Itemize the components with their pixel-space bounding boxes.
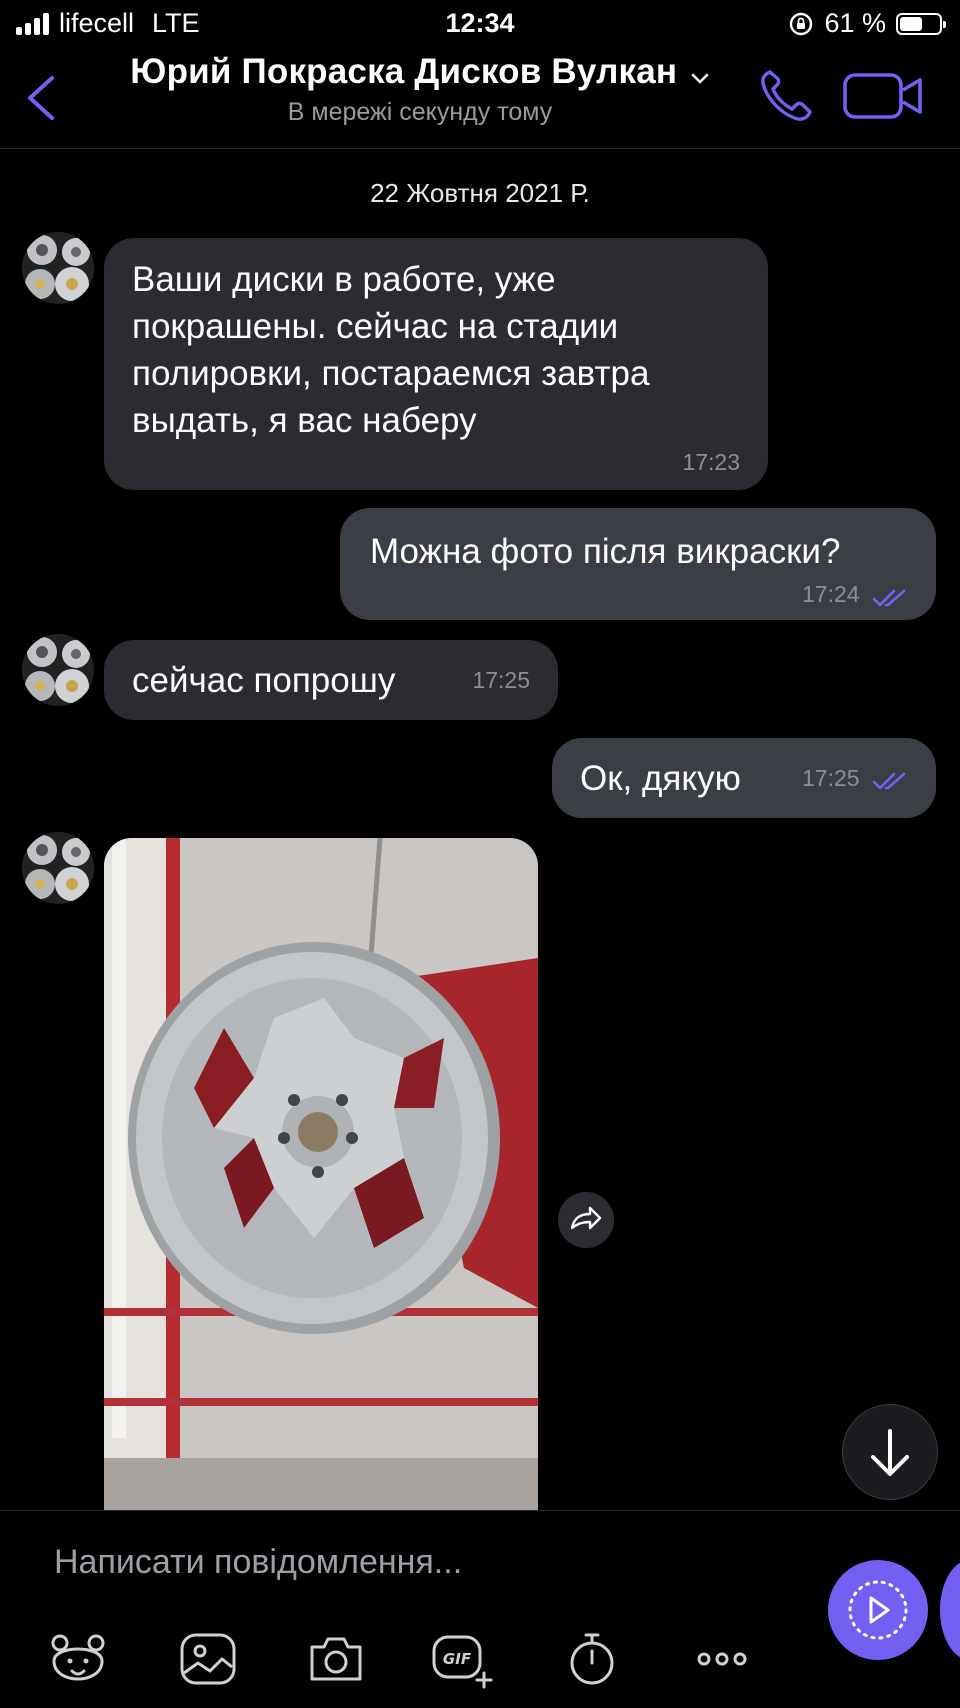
chevron-down-icon [691, 73, 708, 84]
contact-info[interactable]: Юрий Покраска Дисков Вулкан В мережі сек… [110, 52, 730, 127]
message-time: 17:25 [801, 764, 860, 791]
voice-message-button[interactable] [828, 1560, 928, 1660]
forward-button[interactable] [558, 1192, 614, 1248]
message-meta: 17:25 [802, 765, 908, 792]
camera-icon[interactable] [304, 1627, 368, 1691]
message-time: 17:25 [472, 666, 530, 693]
wheels-avatar-image [22, 634, 94, 706]
orientation-lock-icon [790, 12, 813, 35]
battery-icon [896, 12, 946, 35]
scroll-to-bottom-button[interactable] [842, 1404, 938, 1500]
wheel-photo [104, 838, 538, 1510]
play-icon [848, 1580, 908, 1640]
wheels-avatar-image [22, 232, 94, 304]
message-input[interactable]: Написати повідомлення... [54, 1543, 462, 1582]
avatar[interactable] [22, 634, 94, 706]
incoming-message[interactable]: Ваши диски в работе, уже покрашены. сейч… [104, 238, 768, 490]
message-text: сейчас попрошу [132, 660, 396, 700]
message-text: Можна фото після викраски? [370, 532, 841, 571]
outgoing-message[interactable]: Можна фото після викраски? 17:24 [340, 508, 936, 620]
sticker-icon[interactable] [46, 1627, 110, 1691]
call-button[interactable] [756, 66, 816, 126]
read-receipt-icon [872, 589, 906, 607]
incoming-message[interactable]: сейчас попрошу 17:25 [104, 640, 558, 720]
timer-icon[interactable] [560, 1627, 624, 1691]
gallery-icon[interactable] [176, 1627, 240, 1691]
photo-message[interactable] [104, 838, 538, 1510]
message-text: Ваши диски в работе, уже покрашены. сейч… [132, 260, 650, 440]
message-text: Ок, дякую [580, 758, 741, 798]
chat-header: Юрий Покраска Дисков Вулкан В мережі сек… [0, 48, 960, 149]
more-icon[interactable] [690, 1627, 754, 1691]
battery-percent: 61 % [824, 8, 886, 38]
message-meta: 17:24 [802, 581, 908, 608]
avatar[interactable] [22, 232, 94, 304]
video-call-button[interactable] [842, 70, 924, 122]
contact-name: Юрий Покраска Дисков Вулкан [130, 52, 678, 91]
date-separator: 22 Жовтня 2021 Р. [370, 178, 590, 208]
message-time: 17:23 [682, 449, 740, 475]
side-action-button[interactable] [940, 1560, 960, 1660]
arrow-down-icon [871, 1429, 909, 1476]
read-receipt-icon [872, 772, 906, 790]
svg-text:GIF: GIF [443, 1650, 472, 1668]
composer-bar: Написати повідомлення... GIF [0, 1510, 960, 1708]
contact-status: В мережі секунду тому [287, 98, 553, 126]
status-bar: lifecell LTE 12:34 61 % [0, 0, 960, 48]
outgoing-message[interactable]: Ок, дякую 17:25 [552, 738, 936, 818]
avatar[interactable] [22, 832, 94, 904]
back-button[interactable] [20, 72, 64, 124]
status-right: 61 % [788, 8, 946, 39]
gif-icon[interactable]: GIF [430, 1627, 494, 1691]
message-time: 17:24 [801, 581, 860, 607]
wheels-avatar-image [22, 832, 94, 904]
